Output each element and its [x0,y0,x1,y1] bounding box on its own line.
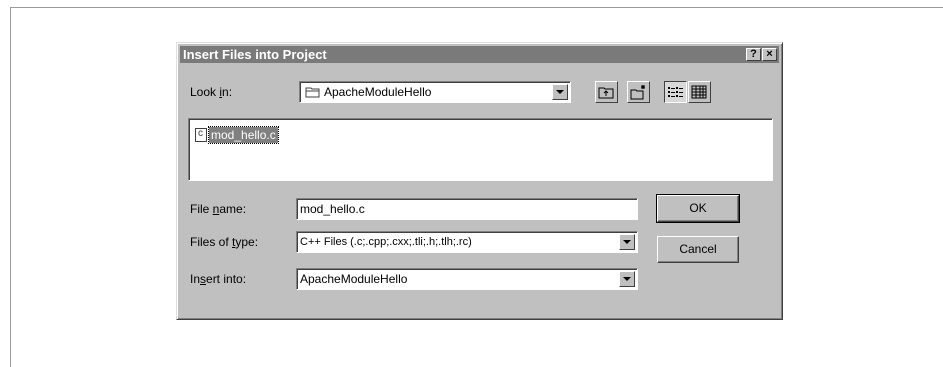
create-new-folder-button[interactable] [627,81,650,103]
title-bar: Insert Files into Project ? × [180,46,779,63]
close-button[interactable]: × [762,48,777,61]
look-in-label: Look in: [190,85,233,99]
c-source-file-icon [195,128,207,142]
details-view-icon [691,85,707,99]
insert-into-value: ApacheModuleHello [300,272,408,286]
file-name-value: mod_hello.c [300,202,365,216]
cancel-button[interactable]: Cancel [657,236,739,263]
insert-into-select[interactable]: ApacheModuleHello [296,268,638,290]
ok-button[interactable]: OK [656,194,740,223]
up-one-level-icon [598,87,614,99]
file-name-label: File name: [190,202,247,216]
files-of-type-value: C++ Files (.c;.cpp;.cxx;.tli;.h;.tlh;.rc… [300,236,472,248]
insert-files-dialog: Insert Files into Project ? × Look in: A… [176,42,783,320]
look-in-value: ApacheModuleHello [324,85,432,99]
up-one-level-button[interactable] [595,81,618,103]
folder-icon [305,87,320,98]
files-of-type-label: Files of type: [190,235,259,249]
look-in-combo[interactable]: ApacheModuleHello [299,81,571,103]
insert-into-label: Insert into: [190,272,247,286]
files-of-type-dropdown-arrow[interactable] [619,234,635,250]
list-view-icon [668,87,683,97]
create-new-folder-icon [630,85,645,100]
file-name-field[interactable]: mod_hello.c [296,198,638,220]
file-list[interactable]: mod_hello.c [188,118,773,181]
help-button[interactable]: ? [746,48,761,61]
details-view-button[interactable] [688,81,711,103]
insert-into-dropdown-arrow[interactable] [619,271,635,287]
look-in-dropdown-arrow[interactable] [552,84,568,100]
file-item-name: mod_hello.c [208,126,279,144]
dialog-title: Insert Files into Project [183,47,327,62]
files-of-type-select[interactable]: C++ Files (.c;.cpp;.cxx;.tli;.h;.tlh;.rc… [296,231,638,253]
list-view-button[interactable] [664,81,687,103]
